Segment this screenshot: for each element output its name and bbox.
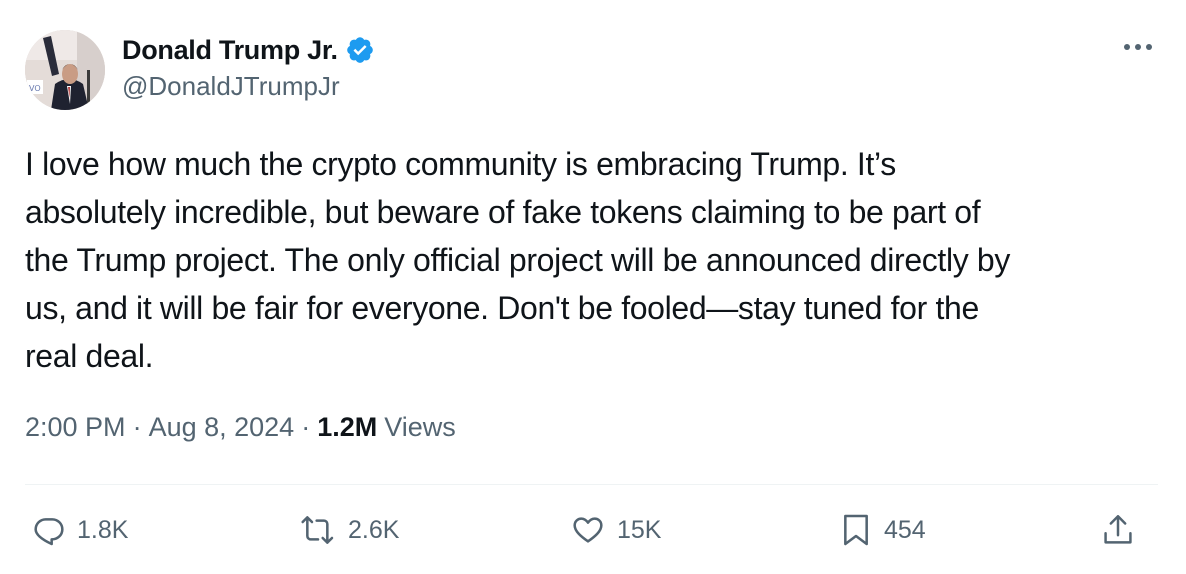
tweet-text: I love how much the crypto community is …	[25, 146, 1011, 374]
verified-badge-icon[interactable]	[345, 35, 375, 65]
bookmark-count: 454	[884, 515, 926, 544]
like-count: 15K	[617, 515, 662, 544]
like-button[interactable]: 15K	[571, 510, 661, 550]
more-options-icon[interactable]	[1118, 32, 1158, 62]
share-icon	[1104, 515, 1132, 544]
svg-text:VO: VO	[29, 84, 41, 93]
reply-icon	[34, 518, 64, 546]
reply-count: 1.8K	[77, 515, 129, 544]
author-display-name[interactable]: Donald Trump Jr.	[122, 35, 338, 66]
repost-count: 2.6K	[348, 515, 400, 544]
author-name-row: Donald Trump Jr.	[122, 30, 375, 70]
meta-separator: ·	[301, 412, 311, 442]
avatar[interactable]: VO	[25, 30, 105, 110]
divider	[25, 484, 1158, 485]
share-button[interactable]	[1102, 510, 1134, 550]
heart-icon	[573, 517, 603, 543]
views-count: 1.2M	[317, 412, 378, 442]
tweet-time[interactable]: 2:00 PM	[25, 412, 126, 443]
meta-separator: ·	[132, 412, 142, 442]
bookmark-button[interactable]: 454	[840, 510, 926, 550]
author-handle[interactable]: @DonaldJTrumpJr	[122, 71, 340, 102]
tweet-card: VO Donald Trump Jr. @DonaldJTrumpJr I lo…	[0, 0, 1186, 574]
tweet-date[interactable]: Aug 8, 2024	[149, 412, 295, 443]
reply-button[interactable]: 1.8K	[33, 510, 128, 550]
repost-icon	[301, 516, 334, 544]
views-label: Views	[384, 412, 456, 442]
bookmark-icon	[844, 514, 868, 546]
avatar-photo: VO	[25, 30, 105, 110]
tweet-meta: 2:00 PM · Aug 8, 2024 · 1.2M Views	[25, 412, 456, 443]
repost-button[interactable]: 2.6K	[300, 510, 399, 550]
